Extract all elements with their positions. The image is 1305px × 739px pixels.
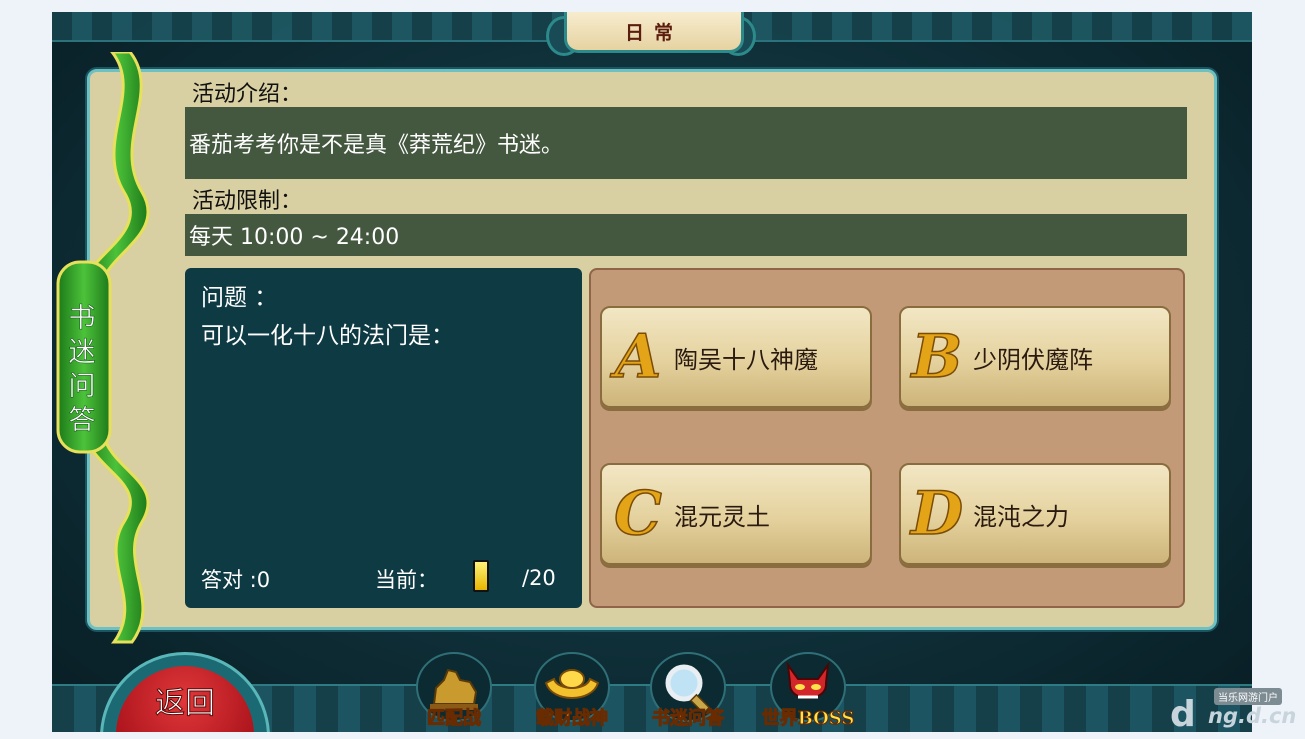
answer-a-button[interactable]: A 陶吴十八神魔 (600, 306, 872, 408)
question-title: 问题 ： (201, 285, 278, 311)
answer-c-text: 混元灵土 (674, 502, 770, 531)
question-text: 可以一化十八的法门是： (201, 323, 454, 349)
question-box: 问题 ： 可以一化十八的法门是： 答对 :0 当前： /20 (185, 268, 582, 608)
quiz-ribbon-label: 书迷问答 (68, 303, 96, 437)
watermark-caption: 当乐网游门户 (1214, 688, 1282, 705)
match-battle-button[interactable]: 匹配战 (410, 652, 498, 732)
back-button[interactable]: 返回 (100, 652, 270, 732)
limit-text-bar: 每天 10:00 ~ 24:00 (185, 214, 1187, 256)
daily-tab-label: 日常 (564, 12, 744, 53)
answer-b-text: 少阴伏魔阵 (973, 345, 1093, 374)
fortune-battle-label: 载财战神 (536, 708, 609, 730)
total-count: /20 (522, 566, 556, 590)
fortune-battle-button[interactable]: 载财战神 (528, 652, 616, 732)
limit-label: 活动限制： (192, 189, 303, 214)
answer-b-letter: B (911, 322, 963, 392)
answer-b-button[interactable]: B 少阴伏魔阵 (899, 306, 1171, 408)
answer-d-letter: D (910, 479, 964, 549)
world-boss-label: 世界BOSS (761, 708, 855, 730)
answer-c-button[interactable]: C 混元灵土 (600, 463, 872, 565)
correct-count: 答对 :0 (201, 568, 271, 592)
limit-text: 每天 10:00 ~ 24:00 (189, 225, 400, 250)
site-watermark: d 当乐网游门户 ng.d.cn (1168, 688, 1303, 736)
game-screen: 日常 活动介绍： 番茄考考你是不是真《莽荒纪》书迷。 活动限制： 每天 10:0… (52, 12, 1252, 732)
answer-a-text: 陶吴十八神魔 (674, 345, 818, 374)
daily-tab[interactable]: 日常 (546, 12, 756, 58)
book-quiz-label: 书迷问答 (652, 708, 725, 730)
current-label: 当前： (375, 568, 438, 592)
answer-d-text: 混沌之力 (973, 502, 1069, 531)
intro-label: 活动介绍： (192, 82, 303, 107)
intro-text: 番茄考考你是不是真《莽荒纪》书迷。 (189, 133, 564, 158)
current-number-token (473, 560, 489, 592)
book-quiz-button[interactable]: 书迷问答 (644, 652, 732, 732)
answer-d-button[interactable]: D 混沌之力 (899, 463, 1171, 565)
answers-area: A 陶吴十八神魔 B 少阴伏魔阵 C 混元灵土 D 混沌之力 (589, 268, 1185, 608)
intro-text-bar: 番茄考考你是不是真《莽荒纪》书迷。 (185, 107, 1187, 179)
world-boss-button[interactable]: 世界BOSS (761, 652, 855, 732)
watermark-logo: d (1170, 694, 1196, 735)
match-battle-label: 匹配战 (427, 708, 482, 730)
watermark-domain: ng.d.cn (1208, 704, 1297, 728)
answer-a-letter: A (614, 322, 662, 392)
answer-c-letter: C (613, 479, 662, 549)
quiz-ribbon-tab[interactable]: 书迷问答 (54, 50, 174, 652)
